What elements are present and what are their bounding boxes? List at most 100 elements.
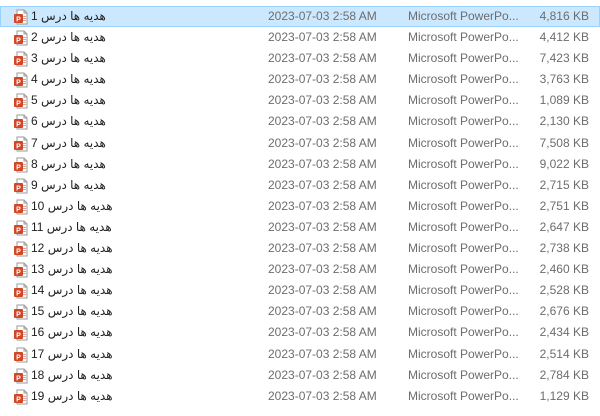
file-name: هدیه ها درس 9 [31,177,106,192]
file-size: 4,412 KB [539,30,589,45]
file-name: هدیه ها درس 2 [31,30,106,45]
file-row[interactable]: P هدیه ها درس 16 2023-07-03 2:58 AM Micr… [0,322,600,343]
file-date-modified: 2023-07-03 2:58 AM [268,51,377,66]
file-type: Microsoft PowerPo... [408,51,519,66]
svg-text:P: P [16,59,21,66]
file-row[interactable]: P هدیه ها درس 18 2023-07-03 2:58 AM Micr… [0,365,600,386]
file-name: هدیه ها درس 1 [31,9,106,23]
file-type: Microsoft PowerPo... [408,93,519,108]
powerpoint-file-icon: P [13,51,29,67]
file-row[interactable]: P هدیه ها درس 15 2023-07-03 2:58 AM Micr… [0,301,600,322]
file-size: 1,089 KB [539,93,589,108]
file-name: هدیه ها درس 11 [31,219,112,234]
file-row[interactable]: P هدیه ها درس 7 2023-07-03 2:58 AM Micro… [0,133,600,154]
file-row[interactable]: P هدیه ها درس 8 2023-07-03 2:58 AM Micro… [0,154,600,175]
file-size: 2,715 KB [539,177,589,192]
file-name: هدیه ها درس 15 [31,304,113,319]
file-type: Microsoft PowerPo... [408,30,519,45]
svg-text:P: P [16,375,21,382]
file-date-modified: 2023-07-03 2:58 AM [268,219,377,234]
file-name: هدیه ها درس 13 [31,262,113,277]
file-row[interactable]: P هدیه ها درس 12 2023-07-03 2:58 AM Micr… [0,238,600,259]
powerpoint-file-icon: P [13,30,29,46]
powerpoint-file-icon: P [13,93,29,109]
file-name: هدیه ها درس 18 [31,367,113,382]
file-row[interactable]: P هدیه ها درس 4 2023-07-03 2:58 AM Micro… [0,69,600,90]
file-date-modified: 2023-07-03 2:58 AM [268,9,377,23]
svg-text:P: P [16,354,21,361]
file-name: هدیه ها درس 19 [31,388,113,403]
svg-text:P: P [16,249,21,256]
file-date-modified: 2023-07-03 2:58 AM [268,114,377,129]
file-row[interactable]: P هدیه ها درس 19 2023-07-03 2:58 AM Micr… [0,386,600,407]
file-date-modified: 2023-07-03 2:58 AM [268,367,377,382]
powerpoint-file-icon: P [13,72,29,88]
file-date-modified: 2023-07-03 2:58 AM [268,262,377,277]
file-name: هدیه ها درس 12 [31,241,113,256]
powerpoint-file-icon: P [13,136,29,152]
file-type: Microsoft PowerPo... [408,156,519,171]
file-size: 3,763 KB [539,72,589,87]
file-date-modified: 2023-07-03 2:58 AM [268,241,377,256]
file-name: هدیه ها درس 16 [31,325,113,340]
powerpoint-file-icon: P [13,157,29,173]
file-size: 2,784 KB [539,367,589,382]
file-size: 1,129 KB [539,388,589,403]
file-type: Microsoft PowerPo... [408,262,519,277]
file-size: 2,647 KB [539,219,589,234]
file-name: هدیه ها درس 3 [31,51,106,66]
file-type: Microsoft PowerPo... [408,177,519,192]
file-size: 4,816 KB [539,9,589,23]
file-size: 2,460 KB [539,262,589,277]
file-type: Microsoft PowerPo... [408,304,519,319]
file-name: هدیه ها درس 14 [31,283,113,298]
powerpoint-file-icon: P [13,178,29,194]
file-size: 2,130 KB [539,114,589,129]
file-type: Microsoft PowerPo... [408,114,519,129]
powerpoint-file-icon: P [13,347,29,363]
file-row[interactable]: P هدیه ها درس 3 2023-07-03 2:58 AM Micro… [0,48,600,69]
file-date-modified: 2023-07-03 2:58 AM [268,388,377,403]
svg-text:P: P [16,206,21,213]
file-name: هدیه ها درس 17 [31,346,113,361]
file-type: Microsoft PowerPo... [408,241,519,256]
powerpoint-file-icon: P [13,368,29,384]
file-row[interactable]: P هدیه ها درس 11 2023-07-03 2:58 AM Micr… [0,217,600,238]
file-row[interactable]: P هدیه ها درس 10 2023-07-03 2:58 AM Micr… [0,196,600,217]
svg-text:P: P [16,227,21,234]
powerpoint-file-icon: P [13,220,29,236]
file-name: هدیه ها درس 5 [31,93,106,108]
svg-text:P: P [16,143,21,150]
file-type: Microsoft PowerPo... [408,367,519,382]
file-type: Microsoft PowerPo... [408,388,519,403]
file-size: 2,751 KB [539,198,589,213]
file-name: هدیه ها درس 8 [31,156,106,171]
file-row[interactable]: P هدیه ها درس 14 2023-07-03 2:58 AM Micr… [0,280,600,301]
svg-text:P: P [16,101,21,108]
file-size: 9,022 KB [539,156,589,171]
file-row[interactable]: P هدیه ها درس 5 2023-07-03 2:58 AM Micro… [0,90,600,111]
svg-text:P: P [16,80,21,87]
file-size: 2,434 KB [539,325,589,340]
powerpoint-file-icon: P [13,199,29,215]
file-type: Microsoft PowerPo... [408,219,519,234]
file-type: Microsoft PowerPo... [408,72,519,87]
svg-text:P: P [16,333,21,340]
file-date-modified: 2023-07-03 2:58 AM [268,177,377,192]
file-row[interactable]: P هدیه ها درس 13 2023-07-03 2:58 AM Micr… [0,259,600,280]
file-type: Microsoft PowerPo... [408,9,519,23]
file-row[interactable]: P هدیه ها درس 9 2023-07-03 2:58 AM Micro… [0,175,600,196]
file-date-modified: 2023-07-03 2:58 AM [268,304,377,319]
file-size: 7,423 KB [539,51,589,66]
svg-text:P: P [16,38,21,45]
file-row[interactable]: P هدیه ها درس 2 2023-07-03 2:58 AM Micro… [0,27,600,48]
file-date-modified: 2023-07-03 2:58 AM [268,135,377,150]
svg-text:P: P [16,312,21,319]
powerpoint-file-icon: P [13,114,29,130]
powerpoint-file-icon: P [13,9,29,25]
file-row[interactable]: P هدیه ها درس 17 2023-07-03 2:58 AM Micr… [0,344,600,365]
file-row[interactable]: P هدیه ها درس 1 2023-07-03 2:58 AM Micro… [0,6,600,28]
file-type: Microsoft PowerPo... [408,346,519,361]
file-name: هدیه ها درس 4 [31,72,106,87]
file-row[interactable]: P هدیه ها درس 6 2023-07-03 2:58 AM Micro… [0,111,600,132]
